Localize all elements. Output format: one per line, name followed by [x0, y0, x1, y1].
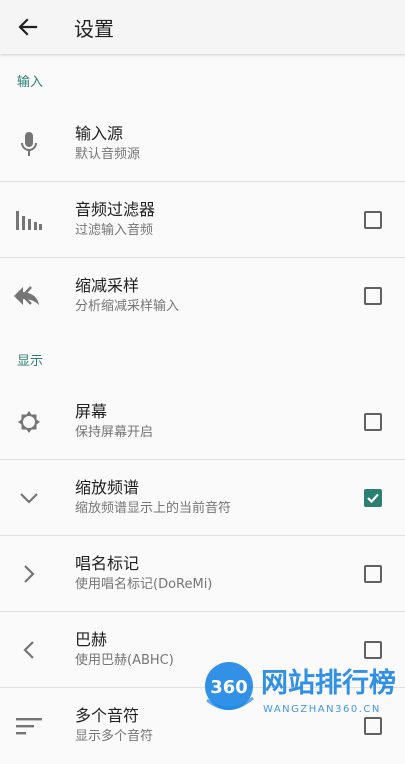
pref-solfege[interactable]: 唱名标记 使用唱名标记(DoReMi) — [0, 536, 405, 612]
pref-zoom-spectrum[interactable]: 缩放频谱 缩放频谱显示上的当前音符 — [0, 460, 405, 536]
section-header-input: 输入 — [17, 74, 44, 90]
checkmark-icon — [367, 493, 379, 503]
audio-filter-checkbox[interactable] — [364, 210, 382, 229]
pref-audio-filter[interactable]: 音频过滤器 过滤输入音频 — [0, 182, 405, 258]
pref-title: 巴赫 — [75, 629, 108, 649]
pref-bach[interactable]: 巴赫 使用巴赫(ABHC) — [0, 612, 405, 688]
screen-checkbox[interactable] — [364, 412, 382, 431]
pref-subtitle: 使用巴赫(ABHC) — [75, 652, 174, 668]
page-title: 设置 — [74, 16, 114, 41]
pref-title: 多个音符 — [75, 706, 140, 725]
pref-subtitle: 保持屏幕开启 — [75, 424, 154, 440]
pref-subtitle: 过滤输入音频 — [75, 222, 154, 238]
pref-subtitle: 缩放频谱显示上的当前音符 — [75, 500, 232, 516]
pref-downsample[interactable]: 缩减采样 分析缩减采样输入 — [0, 258, 405, 334]
pref-input-source[interactable]: 输入源 默认音频源 — [0, 106, 405, 182]
downsample-checkbox[interactable] — [364, 287, 382, 305]
pref-subtitle: 使用唱名标记(DoReMi) — [75, 576, 213, 592]
section-header-display: 显示 — [17, 353, 44, 369]
solfege-checkbox[interactable] — [364, 564, 382, 583]
zoom-spectrum-checkbox[interactable] — [364, 488, 382, 507]
chevron-right-icon — [0, 564, 58, 584]
pref-multiple-notes[interactable]: 多个音符 显示多个音符 — [0, 688, 405, 764]
pref-screen[interactable]: 屏幕 保持屏幕开启 — [0, 384, 405, 460]
pref-title: 缩放频谱 — [75, 477, 140, 497]
pref-subtitle: 默认音频源 — [75, 146, 141, 162]
pref-title: 输入源 — [75, 123, 124, 143]
bach-checkbox[interactable] — [364, 640, 382, 659]
pref-title: 音频过滤器 — [75, 199, 156, 219]
chevron-left-icon — [0, 640, 58, 660]
chevron-down-icon — [0, 492, 58, 504]
equalizer-icon — [0, 209, 58, 231]
brightness-icon — [0, 410, 58, 434]
app-bar: 设置 — [0, 0, 405, 54]
pref-subtitle: 分析缩减采样输入 — [75, 299, 180, 314]
back-button[interactable] — [0, 0, 56, 54]
downsample-arrows-icon — [0, 285, 58, 307]
pref-subtitle: 显示多个音符 — [75, 729, 154, 744]
pref-title: 唱名标记 — [75, 553, 140, 573]
pref-title: 屏幕 — [75, 401, 108, 421]
arrow-back-icon — [18, 18, 38, 36]
mic-icon — [0, 131, 58, 157]
pref-title: 缩减采样 — [75, 276, 140, 295]
